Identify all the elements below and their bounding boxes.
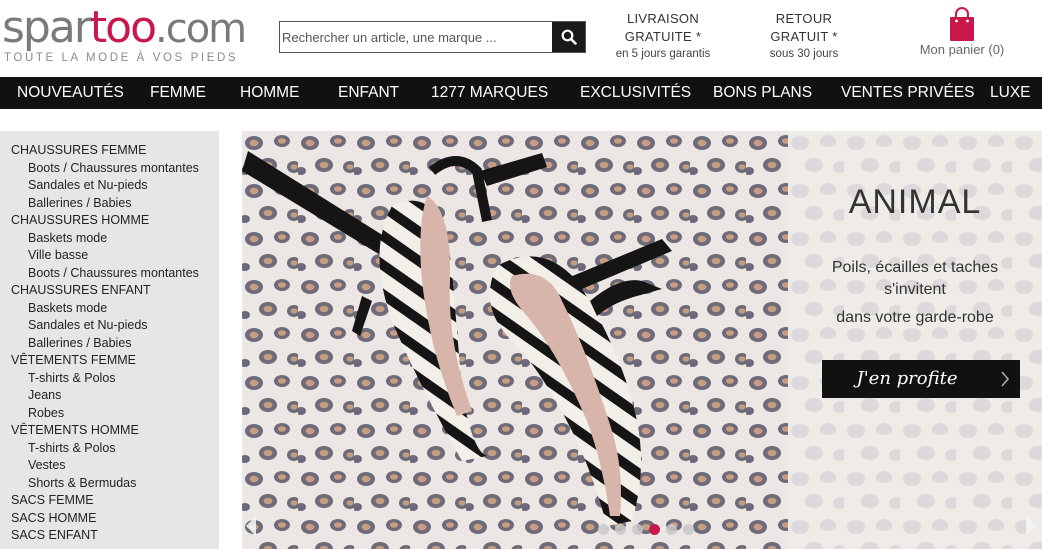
free-return-info[interactable]: RETOUR GRATUIT * sous 30 jours bbox=[752, 10, 856, 62]
logo-com: .com bbox=[155, 6, 247, 52]
carousel-dot[interactable] bbox=[683, 524, 694, 535]
free-delivery-line3: en 5 jours garantis bbox=[615, 48, 711, 60]
nav-item-enfant[interactable]: ENFANT bbox=[338, 77, 399, 109]
nav-item-marques[interactable]: 1277 MARQUES bbox=[431, 77, 548, 109]
main-nav: NOUVEAUTÉS FEMME HOMME ENFANT 1277 MARQU… bbox=[0, 77, 1042, 109]
sidebar-item[interactable]: Boots / Chaussures montantes bbox=[0, 160, 219, 178]
category-sidebar: CHAUSSURES FEMME Boots / Chaussures mont… bbox=[0, 131, 219, 549]
nav-item-bons-plans[interactable]: BONS PLANS bbox=[713, 77, 812, 109]
sidebar-item[interactable]: Shorts & Bermudas bbox=[0, 475, 219, 493]
sidebar-cat-sacs-femme[interactable]: SACS FEMME bbox=[0, 492, 219, 510]
carousel-dots bbox=[598, 524, 694, 535]
carousel-dot[interactable] bbox=[598, 524, 609, 535]
sidebar-item[interactable]: Baskets mode bbox=[0, 230, 219, 248]
sidebar-cat-chaussures-femme[interactable]: CHAUSSURES FEMME bbox=[0, 142, 219, 160]
free-return-line3: sous 30 jours bbox=[769, 48, 839, 60]
carousel-dot-active[interactable] bbox=[649, 524, 660, 535]
sidebar-item[interactable]: Vestes bbox=[0, 457, 219, 475]
nav-item-nouveautes[interactable]: NOUVEAUTÉS bbox=[17, 77, 124, 109]
carousel-dot[interactable] bbox=[615, 524, 626, 535]
sidebar-item[interactable]: Sandales et Nu-pieds bbox=[0, 177, 219, 195]
nav-item-femme[interactable]: FEMME bbox=[150, 77, 206, 109]
logo[interactable]: spartoo.com TOUTE LA MODE À VOS PIEDS bbox=[2, 4, 252, 68]
logo-too: too bbox=[89, 2, 157, 53]
sidebar-item[interactable]: Baskets mode bbox=[0, 300, 219, 318]
free-return-line1: RETOUR bbox=[775, 11, 833, 26]
sidebar-item[interactable]: Sandales et Nu-pieds bbox=[0, 317, 219, 335]
logo-spar: spar bbox=[2, 2, 92, 53]
cart-label: Mon panier (0) bbox=[919, 42, 1005, 57]
shopping-bag-icon bbox=[950, 7, 974, 41]
search-button[interactable] bbox=[552, 22, 585, 52]
sidebar-item[interactable]: T-shirts & Polos bbox=[0, 440, 219, 458]
free-delivery-info[interactable]: LIVRAISON GRATUITE * en 5 jours garantis bbox=[608, 10, 718, 62]
cta-label: J'en profite bbox=[856, 368, 958, 389]
free-delivery-line1: LIVRAISON bbox=[626, 11, 700, 26]
sidebar-cat-sacs-homme[interactable]: SACS HOMME bbox=[0, 510, 219, 528]
chevron-right-icon bbox=[1001, 371, 1010, 387]
sidebar-cat-vetements-femme[interactable]: VÊTEMENTS FEMME bbox=[0, 352, 219, 370]
sidebar-item[interactable]: Ballerines / Babies bbox=[0, 335, 219, 353]
cart-button[interactable]: Mon panier (0) bbox=[912, 6, 1012, 57]
sidebar-cat-vetements-homme[interactable]: VÊTEMENTS HOMME bbox=[0, 422, 219, 440]
logo-tagline: TOUTE LA MODE À VOS PIEDS bbox=[4, 52, 239, 64]
banner-subtitle-line1: Poils, écailles et taches bbox=[831, 259, 999, 276]
nav-item-homme[interactable]: HOMME bbox=[240, 77, 299, 109]
banner-subtitle-line2: s'invitent bbox=[884, 281, 946, 298]
free-return-line2: GRATUIT * bbox=[770, 29, 838, 44]
carousel-dot[interactable] bbox=[632, 524, 643, 535]
chevron-right-icon[interactable] bbox=[1024, 515, 1038, 537]
sidebar-cat-chaussures-enfant[interactable]: CHAUSSURES ENFANT bbox=[0, 282, 219, 300]
free-delivery-line2: GRATUITE * bbox=[624, 29, 702, 44]
search-icon bbox=[561, 29, 577, 45]
sidebar-item[interactable]: Ballerines / Babies bbox=[0, 195, 219, 213]
carousel-dot[interactable] bbox=[666, 524, 677, 535]
nav-item-ventes-privees[interactable]: VENTES PRIVÉES bbox=[841, 77, 975, 109]
site-header: spartoo.com TOUTE LA MODE À VOS PIEDS LI… bbox=[0, 0, 1042, 77]
banner-subtitle-line3: dans votre garde-robe bbox=[836, 309, 994, 326]
sidebar-item[interactable]: Jeans bbox=[0, 387, 219, 405]
promo-banner[interactable]: ANIMAL Poils, écailles et taches s'invit… bbox=[242, 131, 1042, 549]
banner-image bbox=[242, 131, 788, 549]
sidebar-item[interactable]: Robes bbox=[0, 405, 219, 423]
search-input[interactable] bbox=[280, 22, 552, 52]
banner-title: ANIMAL bbox=[848, 183, 982, 221]
chevron-left-icon[interactable] bbox=[244, 515, 258, 537]
jen-profite-button[interactable]: J'en profite bbox=[822, 360, 1020, 398]
nav-item-luxe[interactable]: LUXE bbox=[990, 77, 1031, 109]
banner-text-panel: ANIMAL Poils, écailles et taches s'invit… bbox=[788, 131, 1042, 549]
sidebar-cat-chaussures-homme[interactable]: CHAUSSURES HOMME bbox=[0, 212, 219, 230]
sidebar-item[interactable]: T-shirts & Polos bbox=[0, 370, 219, 388]
logo-wordmark: spartoo.com bbox=[2, 2, 247, 53]
sidebar-item[interactable]: Ville basse bbox=[0, 247, 219, 265]
search-bar bbox=[279, 21, 586, 53]
sidebar-cat-sacs-enfant[interactable]: SACS ENFANT bbox=[0, 527, 219, 545]
sidebar-item[interactable]: Boots / Chaussures montantes bbox=[0, 265, 219, 283]
nav-item-exclusivites[interactable]: EXCLUSIVITÉS bbox=[580, 77, 691, 109]
